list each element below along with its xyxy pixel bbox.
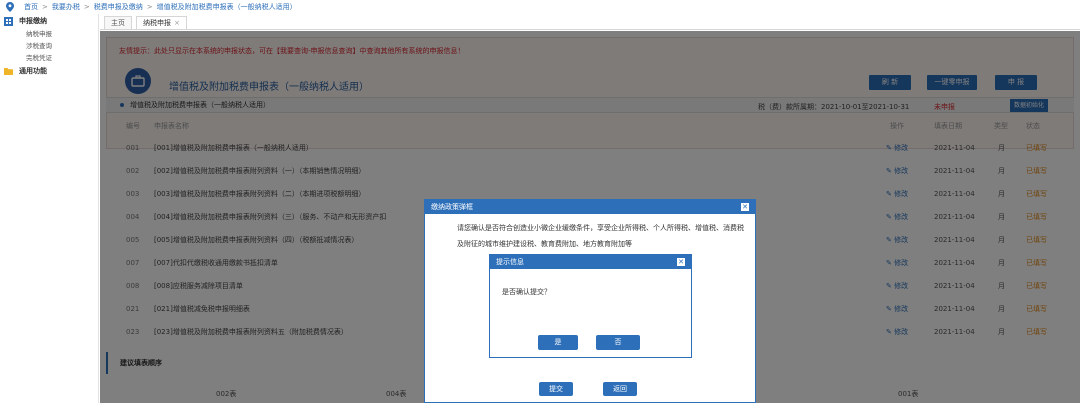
- breadcrumb-sep: >: [83, 3, 90, 11]
- sidebar-item-tax-query[interactable]: 涉税查询: [0, 40, 98, 52]
- sidebar-section-common[interactable]: 通用功能: [0, 64, 98, 78]
- yes-button[interactable]: 是: [538, 335, 578, 350]
- folder-icon: [4, 67, 13, 75]
- tab-tax-declare[interactable]: 纳税申报 ×: [136, 16, 187, 29]
- breadcrumb-sep: >: [146, 3, 153, 11]
- grid-icon: [4, 16, 13, 26]
- confirm-dialog-title: 提示信息: [496, 258, 524, 266]
- submit-button[interactable]: 提交: [539, 382, 573, 396]
- sidebar-item-certificate[interactable]: 完税凭证: [0, 52, 98, 64]
- breadcrumb-tax-service[interactable]: 我要办税: [52, 2, 80, 12]
- back-button[interactable]: 返回: [603, 382, 637, 396]
- sidebar: 申报缴纳 纳税申报 涉税查询 完税凭证 通用功能: [0, 14, 99, 403]
- location-pin-icon: [6, 2, 14, 12]
- sidebar-section-declare[interactable]: 申报缴纳: [0, 14, 98, 28]
- breadcrumb: 首页 > 我要办税 > 税费申报及缴纳 > 增值税及附加税费申报表（一般纳税人适…: [0, 0, 1080, 14]
- close-icon[interactable]: ✕: [741, 203, 749, 211]
- policy-dialog-title: 缴纳政策弹框: [431, 203, 473, 211]
- no-button[interactable]: 否: [596, 335, 640, 350]
- tab-bar: 主页 纳税申报 ×: [100, 14, 1080, 30]
- tab-label: 主页: [111, 19, 125, 27]
- confirm-message: 是否确认提交？: [502, 288, 551, 296]
- sidebar-item-tax-declare[interactable]: 纳税申报: [0, 28, 98, 40]
- breadcrumb-home[interactable]: 首页: [24, 2, 38, 12]
- close-icon[interactable]: ×: [174, 19, 180, 27]
- close-icon[interactable]: ✕: [677, 258, 685, 266]
- confirm-dialog: 提示信息 ✕ 是否确认提交？ 是 否: [489, 254, 692, 358]
- sidebar-section-label: 通用功能: [19, 67, 47, 75]
- breadcrumb-declare-pay[interactable]: 税费申报及缴纳: [94, 2, 143, 12]
- policy-dialog-body: 请您确认是否符合创造业小微企业缓缴条件，享受企业所得税、个人所得税、增值税、消费…: [457, 224, 744, 248]
- tab-label: 纳税申报: [143, 19, 171, 27]
- policy-dialog-header: 缴纳政策弹框 ✕: [425, 200, 755, 214]
- tab-home[interactable]: 主页: [104, 16, 132, 29]
- breadcrumb-current: 增值税及附加税费申报表（一般纳税人适用）: [156, 3, 297, 11]
- breadcrumb-sep: >: [42, 3, 48, 11]
- confirm-dialog-header: 提示信息 ✕: [490, 255, 691, 269]
- sidebar-section-label: 申报缴纳: [19, 17, 47, 25]
